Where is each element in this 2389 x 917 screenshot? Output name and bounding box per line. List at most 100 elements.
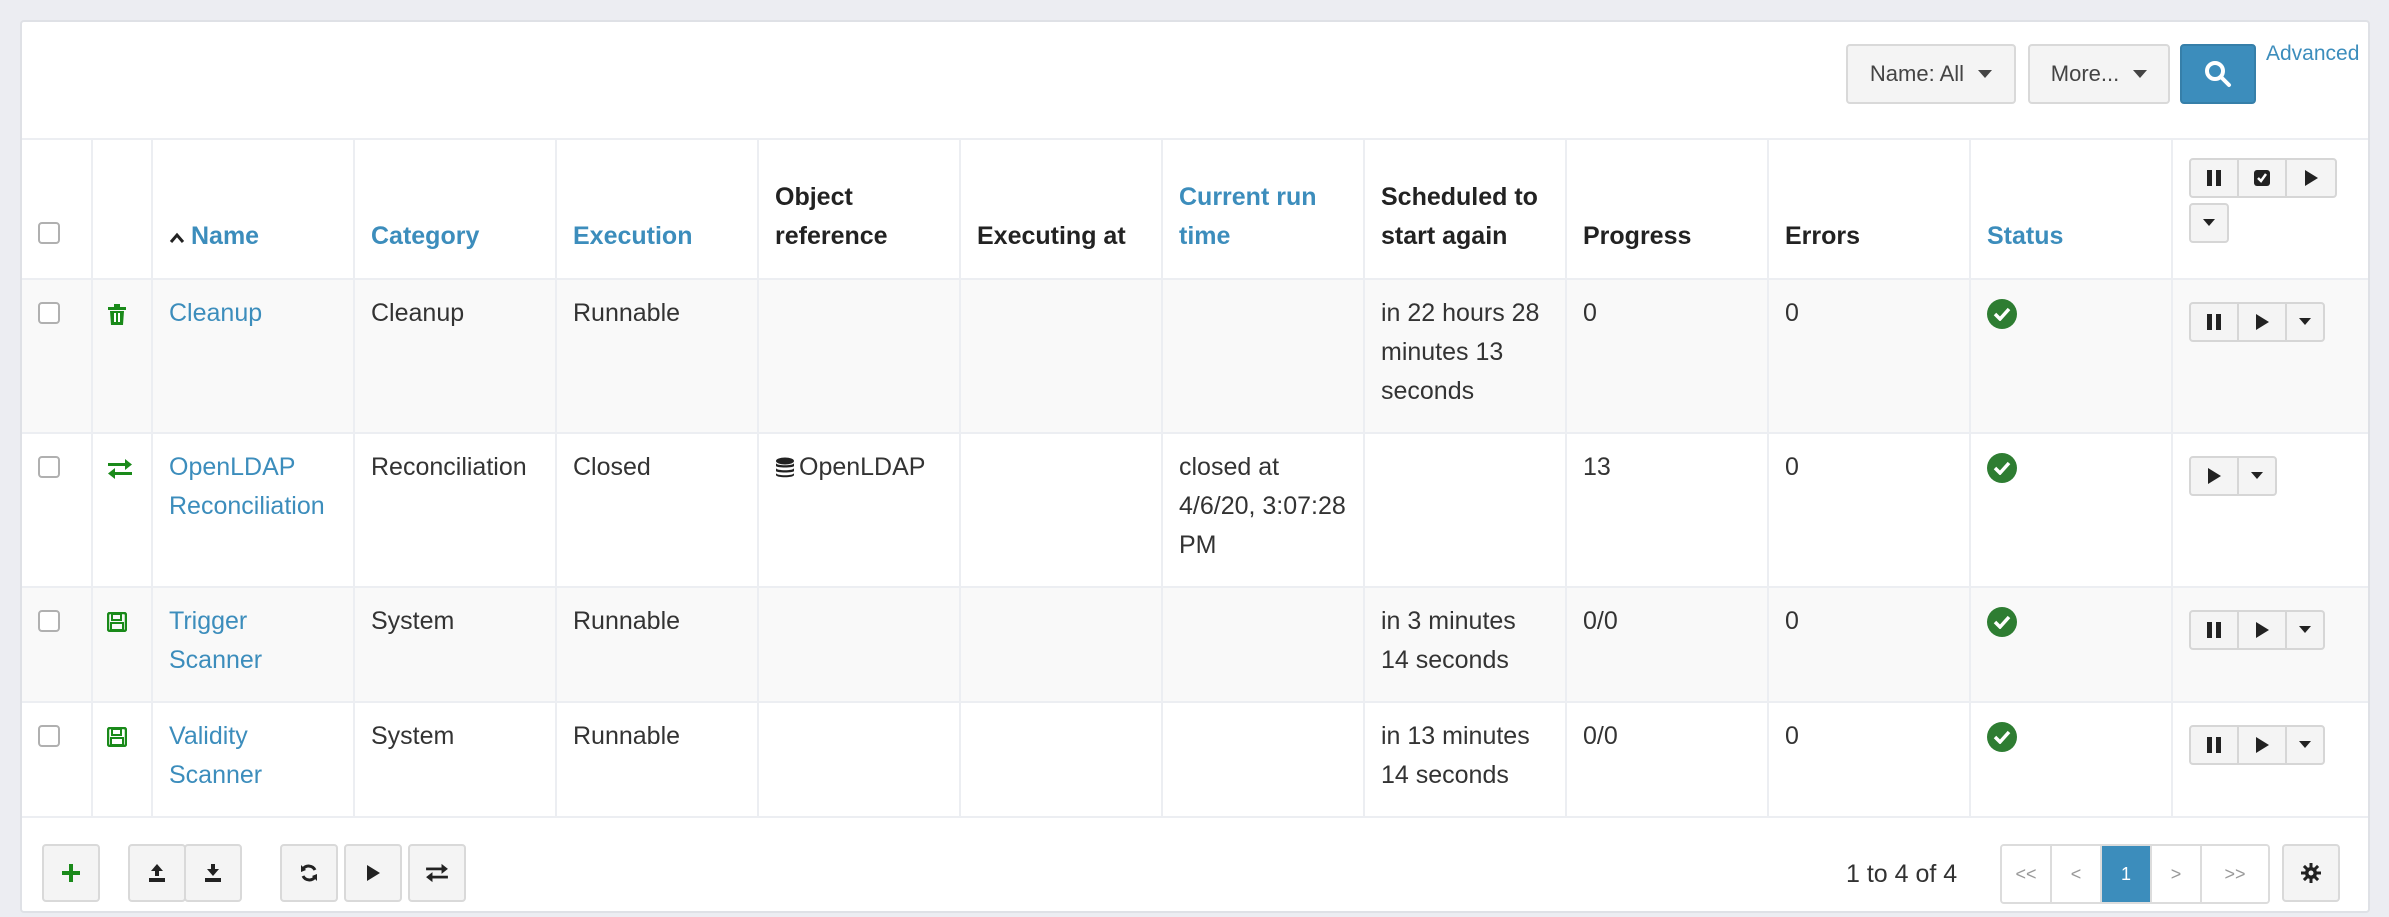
check-circle-icon [1987,722,2017,752]
play-icon [2208,468,2221,484]
row-checkbox[interactable] [38,302,60,324]
run-now-button[interactable] [2191,458,2239,494]
row-status-cell [1970,433,2173,588]
row-executing-at [960,587,1163,703]
exchange-icon [108,459,132,479]
icon-header [92,138,153,280]
header-category[interactable]: Category [354,138,557,280]
page-first[interactable]: << [2002,846,2052,902]
row-checkbox[interactable] [38,725,60,747]
sort-asc-icon [169,232,185,243]
suspend-button[interactable] [2191,612,2239,648]
table-row: Validity Scanner System Runnable in 13 m… [22,702,2368,818]
row-more-dropdown[interactable] [2287,612,2323,648]
page-prev[interactable]: < [2052,846,2102,902]
row-current-run-time [1162,702,1365,818]
chevron-down-icon [1978,70,1993,78]
refresh-button[interactable] [280,844,338,902]
row-status-cell [1970,587,2173,703]
row-name-cell: Cleanup [152,279,355,434]
suspend-button[interactable] [2191,727,2239,763]
gear-icon [2301,863,2321,883]
row-icon-cell [92,433,153,588]
row-checkbox[interactable] [38,610,60,632]
select-all-checkbox[interactable] [38,222,60,244]
header-execution[interactable]: Execution [556,138,759,280]
play-icon [2256,737,2269,753]
page-next[interactable]: > [2152,846,2202,902]
download-icon [205,864,221,882]
table-header-row: Name Category Execution Object reference… [22,138,2368,280]
suspend-button[interactable] [2191,304,2239,340]
more-filter-dropdown[interactable]: More... [2028,44,2170,104]
row-actions-cell [2172,587,2368,703]
chevron-down-icon [2299,626,2311,633]
row-icon-cell [92,587,153,703]
import-button[interactable] [128,844,186,902]
pause-icon [2207,737,2221,753]
row-execution: Runnable [556,702,759,818]
advanced-search-link[interactable]: Advanced [2266,42,2359,66]
row-progress: 0/0 [1566,702,1769,818]
pause-icon [2207,170,2221,186]
run-selected-button[interactable] [344,844,402,902]
row-scheduled [1364,433,1567,588]
save-icon [106,726,128,748]
reconcile-button[interactable] [408,844,466,902]
page-last[interactable]: >> [2202,846,2268,902]
chevron-down-icon [2299,318,2311,325]
check-all-button[interactable] [2239,160,2287,196]
object-reference-label[interactable]: OpenLDAP [799,453,925,481]
search-button[interactable] [2180,44,2256,104]
row-name-cell: Trigger Scanner [152,587,355,703]
plus-icon [62,864,80,882]
header-object-reference: Object reference [758,138,961,280]
name-filter-dropdown[interactable]: Name: All [1846,44,2016,104]
name-filter-label: Name: All [1869,61,1965,86]
row-checkbox[interactable] [38,456,60,478]
row-more-dropdown[interactable] [2239,458,2275,494]
results-summary: 1 to 4 of 4 [1846,860,1958,888]
row-progress: 0 [1566,279,1769,434]
chevron-down-icon [2251,472,2263,479]
row-status-cell [1970,702,2173,818]
task-name-link[interactable]: Validity Scanner [169,722,262,789]
row-more-dropdown[interactable] [2287,727,2323,763]
task-name-link[interactable]: Cleanup [169,299,262,327]
header-name[interactable]: Name [152,138,355,280]
header-current-run-time[interactable]: Current run time [1162,138,1365,280]
run-now-button[interactable] [2239,612,2287,648]
row-more-dropdown[interactable] [2287,304,2323,340]
row-progress: 0/0 [1566,587,1769,703]
row-execution: Closed [556,433,759,588]
row-name-cell: OpenLDAP Reconciliation [152,433,355,588]
task-name-link[interactable]: Trigger Scanner [169,607,262,674]
add-task-button[interactable] [42,844,100,902]
row-actions-group [2189,725,2325,765]
row-name-cell: Validity Scanner [152,702,355,818]
row-errors: 0 [1768,279,1971,434]
run-now-button[interactable] [2239,304,2287,340]
footer-toolbar: 1 to 4 of 4 << < 1 > >> [22,808,2368,913]
run-now-button[interactable] [2239,727,2287,763]
row-object-reference [758,587,961,703]
row-object-reference-cell: OpenLDAP [758,433,961,588]
pause-all-button[interactable] [2191,160,2239,196]
task-name-link[interactable]: OpenLDAP Reconciliation [169,453,325,520]
table-settings-button[interactable] [2282,844,2340,902]
exchange-icon [426,863,448,883]
page-current[interactable]: 1 [2102,846,2152,902]
bulk-more-dropdown[interactable] [2191,205,2227,241]
row-executing-at [960,702,1163,818]
run-all-button[interactable] [2287,160,2335,196]
row-category: Reconciliation [354,433,557,588]
row-scheduled: in 13 minutes 14 seconds [1364,702,1567,818]
row-errors: 0 [1768,587,1971,703]
more-filter-label: More... [2050,61,2120,86]
row-status-cell [1970,279,2173,434]
export-button[interactable] [184,844,242,902]
header-status[interactable]: Status [1970,138,2173,280]
table-row: OpenLDAP Reconciliation Reconciliation C… [22,433,2368,588]
row-icon-cell [92,279,153,434]
row-category: System [354,587,557,703]
